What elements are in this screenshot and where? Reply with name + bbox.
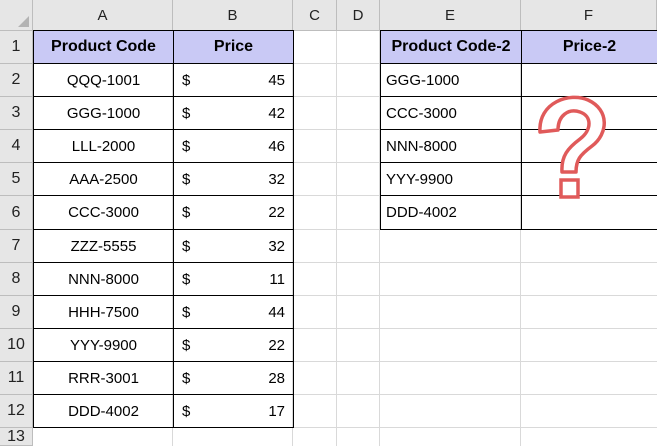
product-code-cell[interactable]: AAA-2500 [33,162,174,196]
row-header-2[interactable]: 2 [0,64,33,97]
price-cell[interactable]: $11 [173,262,294,296]
currency-symbol: $ [182,137,191,155]
price-value: 17 [268,402,285,420]
column-header-a[interactable]: A [33,0,173,31]
price-value: 46 [268,137,285,155]
table2-header-product-code[interactable]: Product Code-2 [380,30,522,64]
price-cell[interactable]: $45 [173,63,294,97]
row-header-5[interactable]: 5 [0,163,33,196]
lookup-code-cell[interactable]: DDD-4002 [380,195,522,230]
price-value: 42 [268,104,285,122]
currency-symbol: $ [182,104,191,122]
price-cell[interactable]: $32 [173,229,294,263]
price-cell[interactable]: $17 [173,394,294,428]
row-header-6[interactable]: 6 [0,196,33,230]
price-cell[interactable]: $32 [173,162,294,196]
price-value: 44 [268,303,285,321]
product-code-cell[interactable]: HHH-7500 [33,295,174,329]
product-code-cell[interactable]: NNN-8000 [33,262,174,296]
currency-symbol: $ [182,336,191,354]
row-header-10[interactable]: 10 [0,329,33,362]
row-header-1[interactable]: 1 [0,31,33,64]
currency-symbol: $ [182,402,191,420]
currency-symbol: $ [182,369,191,387]
price-cell[interactable]: $28 [173,361,294,395]
price-value: 11 [269,270,285,288]
column-header-f[interactable]: F [521,0,657,31]
question-mark-icon [538,95,606,199]
currency-symbol: $ [182,303,191,321]
price-value: 28 [268,369,285,387]
lookup-code-cell[interactable]: GGG-1000 [380,63,522,97]
price-cell[interactable]: $44 [173,295,294,329]
currency-symbol: $ [182,71,191,89]
price-cell[interactable]: $22 [173,328,294,362]
product-code-cell[interactable]: QQQ-1001 [33,63,174,97]
currency-symbol: $ [182,204,191,221]
table1-header-price[interactable]: Price [173,30,294,64]
product-code-cell[interactable]: YYY-9900 [33,328,174,362]
row-header-4[interactable]: 4 [0,130,33,163]
table2-header-price[interactable]: Price-2 [521,30,657,64]
select-all-corner[interactable] [0,0,33,31]
lookup-code-cell[interactable]: NNN-8000 [380,129,522,163]
row-header-13[interactable]: 13 [0,428,33,446]
lookup-code-cell[interactable]: CCC-3000 [380,96,522,130]
product-code-cell[interactable]: DDD-4002 [33,394,174,428]
price-cell[interactable]: $42 [173,96,294,130]
column-header-c[interactable]: C [293,0,337,31]
row-header-9[interactable]: 9 [0,296,33,329]
product-code-cell[interactable]: ZZZ-5555 [33,229,174,263]
product-code-cell[interactable]: RRR-3001 [33,361,174,395]
price-value: 45 [268,71,285,89]
currency-symbol: $ [182,270,191,288]
product-code-cell[interactable]: CCC-3000 [33,195,174,230]
column-header-d[interactable]: D [337,0,380,31]
price-value: 22 [268,204,285,221]
row-header-3[interactable]: 3 [0,97,33,130]
spreadsheet: ABCDEF 1 2 3 4 5 6 7 8 9 10 11 12 13 Product Code Pri… [0,0,657,446]
currency-symbol: $ [182,170,191,188]
gridline-vertical [336,31,337,446]
price-value: 32 [268,170,285,188]
column-header-b[interactable]: B [173,0,293,31]
price-cell[interactable]: $46 [173,129,294,163]
price-cell[interactable]: $22 [173,195,294,230]
price-value: 32 [268,237,285,255]
currency-symbol: $ [182,237,191,255]
row-header-7[interactable]: 7 [0,230,33,263]
product-code-cell[interactable]: GGG-1000 [33,96,174,130]
lookup-code-cell[interactable]: YYY-9900 [380,162,522,196]
table1-header-product-code[interactable]: Product Code [33,30,174,64]
price-value: 22 [268,336,285,354]
row-header-8[interactable]: 8 [0,263,33,296]
product-code-cell[interactable]: LLL-2000 [33,129,174,163]
row-header-11[interactable]: 11 [0,362,33,395]
column-header-e[interactable]: E [380,0,521,31]
row-header-12[interactable]: 12 [0,395,33,428]
select-all-triangle-icon [18,16,29,27]
